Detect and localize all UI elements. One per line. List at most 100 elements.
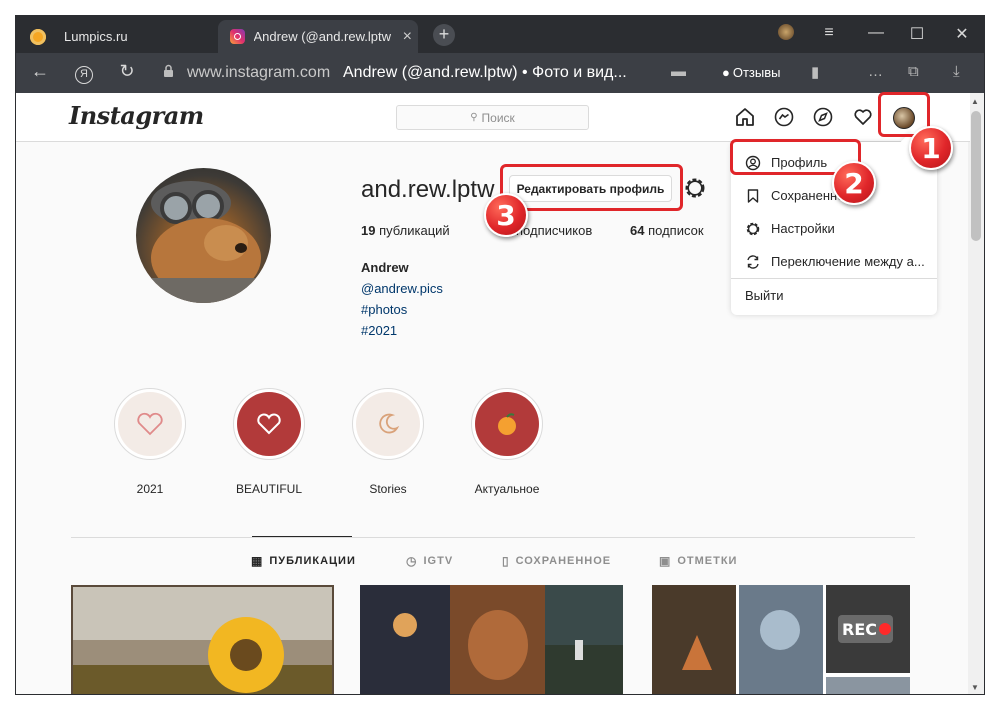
bio-handle-link[interactable]: @andrew.pics xyxy=(361,281,443,296)
yandex-icon[interactable]: Я xyxy=(72,61,96,84)
lock-icon xyxy=(164,64,173,77)
stat-followers[interactable]: подписчиков xyxy=(516,223,592,238)
back-icon[interactable]: ← xyxy=(28,61,52,82)
menu-item-logout[interactable]: Выйти xyxy=(731,279,937,312)
reload-icon[interactable]: ↻ xyxy=(115,61,139,82)
close-window-icon[interactable]: ✕ xyxy=(950,24,974,44)
scroll-up-icon[interactable]: ▲ xyxy=(971,97,979,106)
browser-tab-lumpics[interactable]: Lumpics.ru xyxy=(24,20,220,53)
bio-hashtag-photos[interactable]: #photos xyxy=(361,302,407,317)
browser-address-bar: ← Я ↻ www.instagram.com Andrew (@and.rew… xyxy=(16,53,984,93)
explore-compass-icon[interactable] xyxy=(812,106,834,128)
posts-count: 19 xyxy=(361,223,376,238)
following-count: 64 xyxy=(630,223,645,238)
highlight-label: Актуальное xyxy=(474,482,540,496)
instagram-logo[interactable]: Instagram xyxy=(69,101,204,130)
tabs-divider xyxy=(71,537,915,538)
tab-title: Andrew (@and.rew.lptw xyxy=(253,29,391,44)
browser-tab-bar: Lumpics.ru Andrew (@and.rew.lptw × + ≡ —… xyxy=(16,16,984,53)
reviews-button[interactable]: ● Отзывы xyxy=(716,62,786,82)
highlight-actual[interactable]: Актуальное xyxy=(471,388,543,496)
heart-icon xyxy=(137,412,163,436)
settings-gear-icon[interactable] xyxy=(683,176,707,200)
profile-avatar-icon[interactable] xyxy=(774,24,798,45)
page-scrollbar[interactable]: ▲ ▼ xyxy=(968,93,984,694)
highlight-label: BEAUTIFUL xyxy=(235,482,302,496)
stat-posts: 19 публикаций xyxy=(361,223,450,238)
instagram-favicon-icon xyxy=(230,29,245,44)
bookmark-icon[interactable]: ▮ xyxy=(811,63,819,81)
instagram-header: Instagram ⚲ Поиск xyxy=(16,93,970,142)
more-icon[interactable]: … xyxy=(868,63,883,80)
maximize-icon[interactable]: ☐ xyxy=(905,24,929,44)
tab-label: IGTV xyxy=(423,555,454,567)
following-label: подписок xyxy=(648,223,704,238)
dog-photo xyxy=(136,181,271,303)
bookmark-icon xyxy=(747,188,759,203)
page-title[interactable]: Andrew (@and.rew.lptw) • Фото и вид... xyxy=(343,64,627,82)
menu-label: Переключение между а... xyxy=(771,254,925,269)
active-tab-indicator xyxy=(252,536,352,537)
highlight-ring xyxy=(471,388,543,460)
orange-fruit-icon xyxy=(498,413,516,435)
messenger-icon[interactable] xyxy=(773,106,795,128)
stat-following[interactable]: 64 подписок xyxy=(630,223,704,238)
minimize-icon[interactable]: — xyxy=(864,24,888,42)
annotation-badge-3: 3 xyxy=(484,193,528,237)
profile-avatar[interactable] xyxy=(136,168,271,303)
grid-photo: REC xyxy=(652,585,910,694)
highlight-ring xyxy=(114,388,186,460)
url-host[interactable]: www.instagram.com xyxy=(187,64,330,82)
profile-username: and.rew.lptw xyxy=(361,176,495,203)
chat-icon[interactable]: ▬ xyxy=(671,63,686,80)
post-thumbnail-grid[interactable]: REC xyxy=(652,585,910,694)
search-input[interactable]: ⚲ Поиск xyxy=(396,105,589,130)
highlight-ring xyxy=(233,388,305,460)
collage-photo xyxy=(360,585,623,694)
menu-item-switch-account[interactable]: Переключение между а... xyxy=(731,245,937,278)
activity-heart-icon[interactable] xyxy=(852,106,874,128)
menu-icon[interactable]: ≡ xyxy=(817,24,841,42)
reviews-label: Отзывы xyxy=(732,64,781,80)
bio-hashtag-2021[interactable]: #2021 xyxy=(361,323,397,338)
rec-label: REC xyxy=(842,620,877,639)
post-thumbnail-sunflower[interactable] xyxy=(71,585,334,694)
lumpics-favicon-icon xyxy=(30,28,46,45)
highlight-ring xyxy=(352,388,424,460)
grid-icon: ▦ xyxy=(251,554,264,568)
tab-igtv[interactable]: ◷ IGTV xyxy=(406,554,453,568)
speech-bubble-icon: ● xyxy=(722,64,730,80)
bookmark-icon: ▯ xyxy=(502,554,510,568)
annotation-badge-1: 1 xyxy=(909,126,953,170)
tagged-icon: ▣ xyxy=(659,554,672,568)
scroll-down-icon[interactable]: ▼ xyxy=(971,683,979,692)
switch-account-icon xyxy=(747,254,759,269)
tab-label: ОТМЕТКИ xyxy=(677,555,738,567)
tab-label: СОХРАНЕННОЕ xyxy=(515,555,612,567)
highlight-beautiful[interactable]: BEAUTIFUL xyxy=(233,388,305,496)
highlight-2021[interactable]: 2021 xyxy=(114,388,186,496)
home-icon[interactable] xyxy=(734,106,756,128)
tab-tagged[interactable]: ▣ ОТМЕТКИ xyxy=(659,554,737,568)
highlight-cover xyxy=(237,392,301,456)
post-thumbnail-collage[interactable] xyxy=(360,585,623,694)
menu-item-settings[interactable]: Настройки xyxy=(731,212,937,245)
new-tab-button[interactable]: + xyxy=(433,24,455,46)
highlight-stories[interactable]: Stories xyxy=(352,388,424,496)
tab-close-icon[interactable]: × xyxy=(403,28,412,46)
annotation-box-edit xyxy=(500,164,683,211)
highlight-label: Stories xyxy=(369,482,407,496)
search-icon: ⚲ xyxy=(470,112,478,123)
sunflower-photo xyxy=(71,585,334,694)
extensions-icon[interactable]: ⧉ xyxy=(908,63,919,80)
tab-posts[interactable]: ▦ ПУБЛИКАЦИИ xyxy=(251,554,356,568)
scroll-thumb[interactable] xyxy=(971,111,981,241)
browser-window: Lumpics.ru Andrew (@and.rew.lptw × + ≡ —… xyxy=(15,15,985,695)
download-icon[interactable]: ⤓ xyxy=(953,63,960,80)
highlight-cover xyxy=(475,392,539,456)
tab-title: Lumpics.ru xyxy=(64,29,128,44)
browser-tab-instagram[interactable]: Andrew (@and.rew.lptw × xyxy=(218,20,418,53)
moon-icon xyxy=(379,413,400,434)
highlight-label: 2021 xyxy=(136,482,164,496)
tab-saved[interactable]: ▯ СОХРАНЕННОЕ xyxy=(502,554,611,568)
